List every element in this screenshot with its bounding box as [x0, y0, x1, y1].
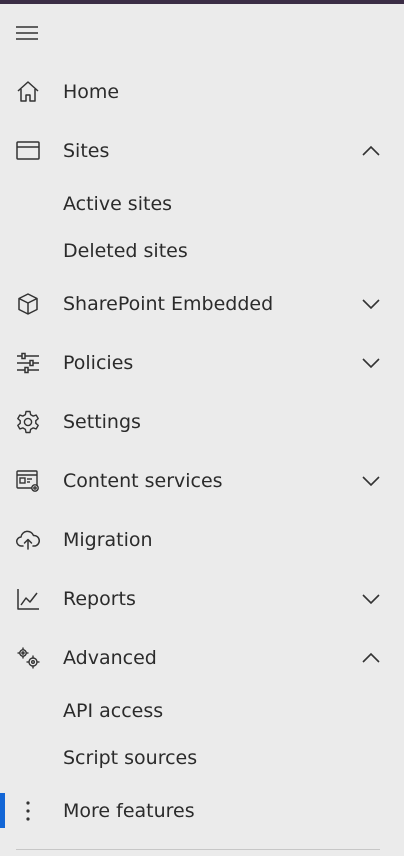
nav-item-home[interactable]: Home — [0, 62, 404, 121]
browser-window-icon — [14, 137, 42, 165]
chevron-up-icon[interactable] — [360, 651, 382, 665]
gears-icon — [14, 644, 42, 672]
nav-item-sharepoint-embedded[interactable]: SharePoint Embedded — [0, 274, 404, 333]
nav-subitem-label: API access — [63, 699, 164, 722]
home-icon — [14, 78, 42, 106]
nav-item-label: Settings — [63, 410, 141, 433]
nav-subitem-label: Active sites — [63, 192, 173, 215]
nav-item-content-services[interactable]: Content services — [0, 451, 404, 510]
chevron-down-icon[interactable] — [360, 592, 382, 606]
nav-subitem-script-sources[interactable]: Script sources — [0, 734, 404, 781]
nav-item-policies[interactable]: Policies — [0, 333, 404, 392]
nav-item-migration[interactable]: Migration — [0, 510, 404, 569]
nav-subitem-label: Deleted sites — [63, 239, 188, 262]
line-chart-icon — [14, 585, 42, 613]
nav-subitem-label: Script sources — [63, 746, 198, 769]
nav-item-settings[interactable]: Settings — [0, 392, 404, 451]
chevron-down-icon[interactable] — [360, 356, 382, 370]
nav-item-advanced[interactable]: Advanced — [0, 628, 404, 687]
nav-item-label: Reports — [63, 587, 136, 610]
hamburger-icon[interactable] — [14, 22, 44, 44]
chevron-down-icon[interactable] — [360, 474, 382, 488]
selection-indicator — [0, 793, 5, 828]
cube-icon — [14, 290, 42, 318]
gear-icon — [14, 408, 42, 436]
nav-item-label: Content services — [63, 469, 223, 492]
nav-item-label: Policies — [63, 351, 134, 374]
chevron-down-icon[interactable] — [360, 297, 382, 311]
nav-item-label: Advanced — [63, 646, 157, 669]
content-gear-icon — [14, 467, 42, 495]
top-bar — [0, 0, 404, 4]
cloud-upload-icon — [14, 526, 42, 554]
nav-item-label: SharePoint Embedded — [63, 292, 274, 315]
nav-subitem-active-sites[interactable]: Active sites — [0, 180, 404, 227]
nav-subitem-deleted-sites[interactable]: Deleted sites — [0, 227, 404, 274]
chevron-up-icon[interactable] — [360, 144, 382, 158]
nav-item-more-features[interactable]: More features — [0, 781, 404, 840]
more-vertical-icon — [14, 797, 42, 825]
divider — [16, 849, 380, 850]
nav-item-label: Home — [63, 80, 120, 103]
nav-item-label: Migration — [63, 528, 153, 551]
sliders-icon — [14, 349, 42, 377]
nav-item-sites[interactable]: Sites — [0, 121, 404, 180]
nav-item-label: More features — [63, 799, 195, 822]
side-navigation: Home Sites Active sites Deleted sites Sh… — [0, 62, 404, 840]
nav-item-reports[interactable]: Reports — [0, 569, 404, 628]
nav-subitem-api-access[interactable]: API access — [0, 687, 404, 734]
nav-item-label: Sites — [63, 139, 110, 162]
